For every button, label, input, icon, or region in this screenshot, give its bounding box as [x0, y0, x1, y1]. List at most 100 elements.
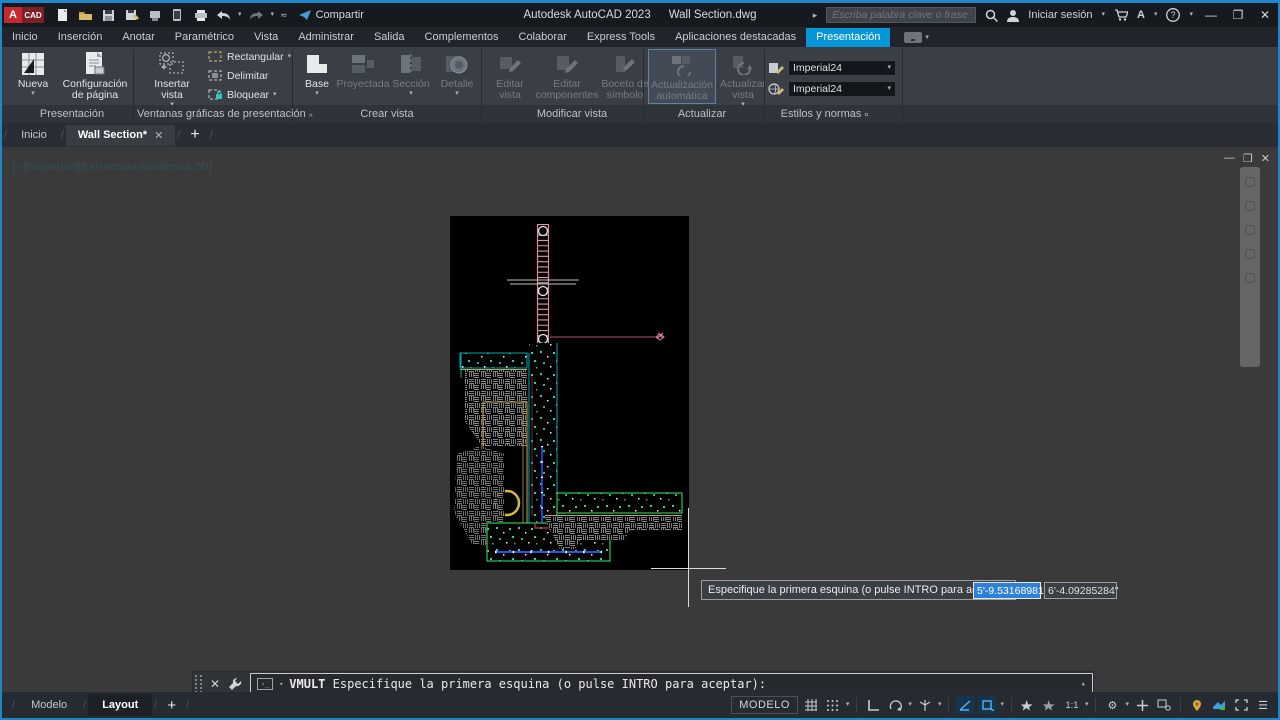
geolocation-icon[interactable] [1188, 696, 1206, 714]
workspace-gear-icon[interactable]: ⚙ [1103, 696, 1121, 714]
grid-icon[interactable] [802, 696, 820, 714]
annotation-autoscale-icon[interactable] [1041, 696, 1059, 714]
command-customize-icon[interactable] [228, 677, 242, 691]
search-icon[interactable] [985, 9, 998, 22]
drafting-standard-select[interactable]: Imperial24▾ [788, 81, 896, 97]
workspace-caret-icon[interactable]: ▾ [1125, 702, 1129, 708]
redo-icon[interactable] [248, 7, 265, 23]
signin-label[interactable]: Iniciar sesión [1028, 9, 1092, 21]
object-snap-icon[interactable] [978, 696, 996, 714]
new-drawing-tab-button[interactable]: + [182, 126, 207, 144]
file-tab-inicio[interactable]: Inicio [9, 125, 59, 145]
clip-viewport-button[interactable]: Delimitar [208, 69, 268, 82]
file-tab-wall-section[interactable]: Wall Section* ✕ [66, 125, 176, 146]
osnap-caret-icon[interactable]: ▾ [1000, 702, 1004, 708]
redo-caret-icon[interactable]: ▾ [271, 12, 275, 18]
cart-icon[interactable] [1114, 9, 1128, 21]
new-file-icon[interactable] [54, 7, 71, 23]
auto-update-button[interactable]: Actualización automática [649, 50, 715, 103]
search-expand-icon[interactable]: ▸ [813, 12, 818, 18]
model-paper-toggle[interactable]: MODELO [731, 696, 798, 714]
plot-icon[interactable] [146, 7, 163, 23]
annotation-scale-button[interactable]: 1:1 [1063, 696, 1081, 714]
drawing-area[interactable]: [−][Superior][Estructura alámbrica 2D] —… [2, 147, 1278, 695]
save-icon[interactable] [100, 7, 117, 23]
tab-insercion[interactable]: Inserción [48, 28, 113, 47]
navigation-bar[interactable] [1240, 167, 1260, 367]
graphics-performance-icon[interactable] [1210, 696, 1228, 714]
tab-colaborar[interactable]: Colaborar [509, 28, 577, 47]
isodraft-icon[interactable] [916, 696, 934, 714]
share-plane-icon [298, 9, 312, 21]
doc-close-button[interactable]: ✕ [1261, 152, 1270, 165]
command-dock-grip[interactable] [195, 675, 202, 693]
tab-aplicaciones-destacadas[interactable]: Aplicaciones destacadas [665, 28, 806, 47]
rectangular-viewport-button[interactable]: Rectangular▾ [208, 50, 291, 63]
page-setup-button[interactable]: Configuración de página [58, 50, 132, 101]
polar-tracking-icon[interactable] [886, 696, 904, 714]
help-caret-icon[interactable]: ▾ [1189, 12, 1193, 18]
tab-express-tools[interactable]: Express Tools [577, 28, 665, 47]
mobile-upload-icon[interactable] [169, 7, 186, 23]
view-style-select[interactable]: Imperial24▾ [788, 60, 896, 76]
tab-vista[interactable]: Vista [244, 28, 288, 47]
ribbon-display-toggle[interactable]: ▾ [904, 32, 929, 43]
customization-menu-icon[interactable]: ☰ [1254, 696, 1272, 714]
autocad-logo[interactable]: A CAD [4, 7, 44, 23]
autodesk-app-icon[interactable]: A [1137, 9, 1145, 21]
isodraft-caret-icon[interactable]: ▾ [938, 702, 942, 708]
annotation-visibility-icon[interactable] [1019, 696, 1037, 714]
new-layout-button[interactable]: Nueva▾ [10, 50, 56, 97]
model-space-tab[interactable]: Modelo [17, 694, 81, 716]
section-view-button: Sección▾ [390, 50, 432, 97]
lock-viewport-button[interactable]: Bloquear▾ [208, 88, 277, 101]
save-as-icon[interactable] [123, 7, 140, 23]
polar-caret-icon[interactable]: ▾ [908, 702, 912, 708]
print-icon[interactable] [192, 7, 209, 23]
recent-commands-caret-icon[interactable]: ▾ [279, 681, 283, 687]
base-view-button[interactable]: Base▾ [298, 50, 336, 97]
tab-inicio[interactable]: Inicio [2, 28, 48, 47]
help-icon[interactable]: ? [1166, 8, 1180, 22]
tab-presentacion[interactable]: Presentación [806, 28, 890, 47]
clean-screen-icon[interactable] [1232, 696, 1250, 714]
layout-tab[interactable]: Layout [88, 694, 152, 716]
file-tab-close-icon[interactable]: ✕ [154, 129, 163, 142]
undo-icon[interactable] [215, 7, 232, 23]
tab-complementos[interactable]: Complementos [415, 28, 509, 47]
undo-caret-icon[interactable]: ▾ [238, 12, 242, 18]
tab-parametrico[interactable]: Paramétrico [165, 28, 244, 47]
annotation-scale-caret-icon[interactable]: ▾ [1085, 702, 1089, 708]
minimize-button[interactable]: — [1202, 8, 1220, 22]
ortho-icon[interactable] [864, 696, 882, 714]
panel-expand-icon: ¤ [864, 112, 868, 119]
open-folder-icon[interactable] [77, 7, 94, 23]
recent-commands-icon[interactable]: ›_ [257, 678, 273, 690]
command-input[interactable]: ›_ ▾ VMULT Especifique la primera esquin… [250, 673, 1093, 694]
command-expand-icon[interactable]: ▴ [1081, 679, 1086, 689]
doc-minimize-button[interactable]: — [1224, 152, 1235, 165]
dynamic-input-x-field[interactable]: 5'-9.53168981" [973, 582, 1041, 599]
dynamic-input-y-field[interactable]: 6'-4.09285284" [1044, 582, 1117, 599]
snap-caret-icon[interactable]: ▾ [846, 702, 850, 708]
share-button[interactable]: Compartir [298, 9, 364, 21]
app-caret-icon[interactable]: ▾ [1154, 12, 1158, 18]
insert-view-button[interactable]: Insertar vista▾ [144, 50, 200, 108]
object-snap-tracking-icon[interactable] [956, 696, 974, 714]
keyword-search-input[interactable] [826, 7, 976, 23]
new-layout-tab-button[interactable]: + [159, 697, 184, 714]
isolate-objects-icon[interactable] [1155, 696, 1173, 714]
snap-icon[interactable] [824, 696, 842, 714]
tab-anotar[interactable]: Anotar [112, 28, 164, 47]
maximize-button[interactable]: ❐ [1229, 8, 1247, 22]
tab-salida[interactable]: Salida [364, 28, 415, 47]
annotation-monitor-icon[interactable] [1133, 696, 1151, 714]
close-button[interactable]: ✕ [1256, 8, 1274, 22]
signin-caret-icon[interactable]: ▾ [1102, 12, 1106, 18]
command-close-icon[interactable]: ✕ [210, 677, 220, 691]
viewport-controls-label[interactable]: [−][Superior][Estructura alámbrica 2D] [12, 161, 212, 173]
layout-viewport[interactable] [450, 216, 689, 570]
qat-customize-icon[interactable]: ≂ [280, 12, 288, 18]
tab-administrar[interactable]: Administrar [288, 28, 364, 47]
doc-restore-button[interactable]: ❐ [1243, 152, 1253, 165]
